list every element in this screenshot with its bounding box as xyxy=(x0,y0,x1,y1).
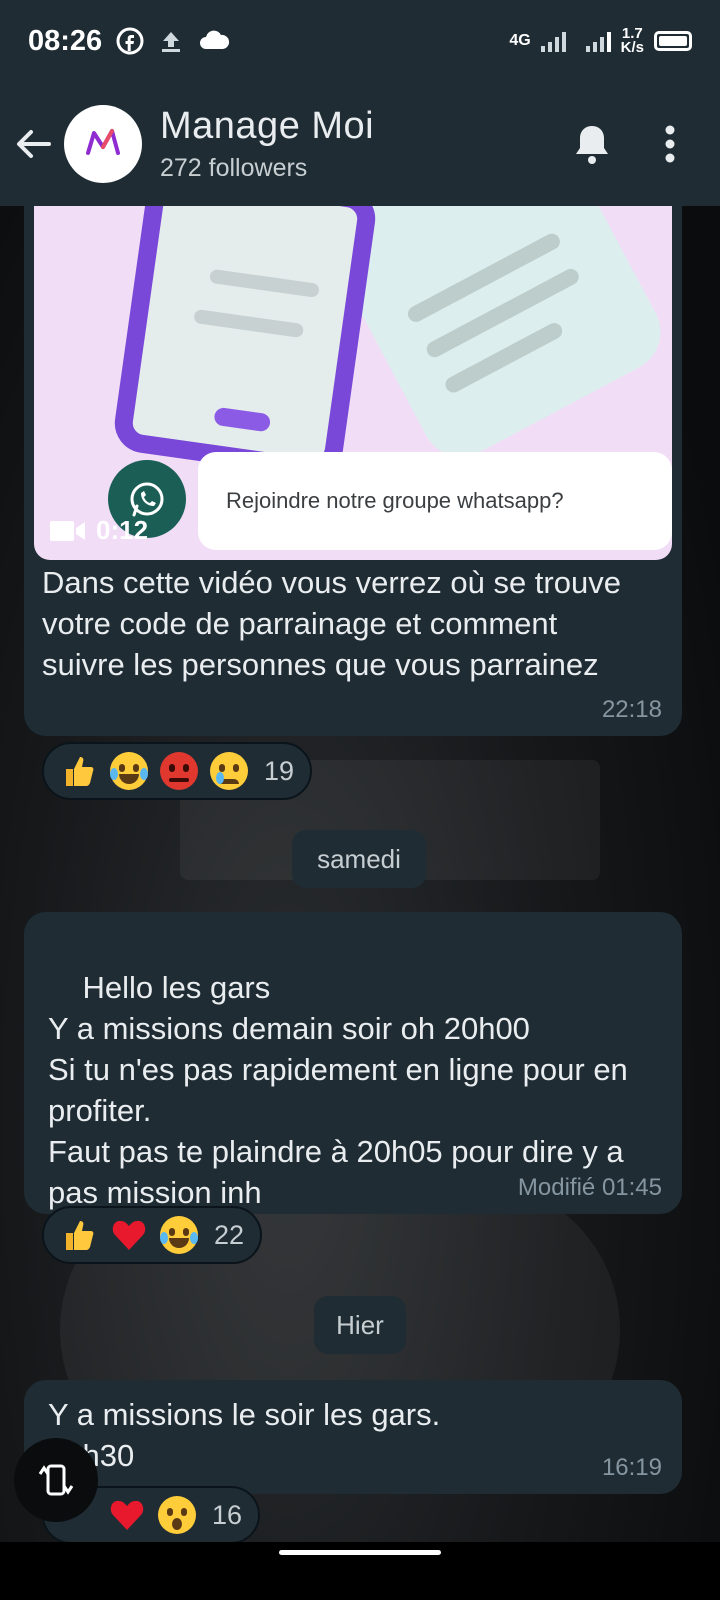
reactions-bar[interactable]: 19 xyxy=(42,742,313,800)
message-bubble[interactable]: Rejoindre notre groupe whatsapp? 0:12 Da… xyxy=(24,196,682,736)
reactions-bar[interactable]: 22 xyxy=(42,1206,263,1264)
message-time: Modifié 01:45 xyxy=(517,1174,662,1201)
signal-icon xyxy=(540,30,566,52)
message-time: 16:19 xyxy=(601,1454,662,1481)
message-bubble[interactable]: Hello les gars Y a missions demain soir … xyxy=(24,912,682,1261)
signal-icon xyxy=(585,30,611,52)
back-button[interactable] xyxy=(0,82,66,206)
network-label: 4G xyxy=(509,32,531,49)
video-thumbnail[interactable]: Rejoindre notre groupe whatsapp? 0:12 xyxy=(34,206,672,560)
video-duration: 0:12 xyxy=(50,515,148,546)
home-indicator[interactable] xyxy=(279,1550,441,1555)
heart-emoji xyxy=(108,1496,146,1534)
arrow-left-icon xyxy=(17,130,51,158)
reaction-count: 16 xyxy=(212,1499,243,1530)
channel-header: Manage Moi 272 followers xyxy=(0,82,720,206)
status-bar: 08:26 4G 1.7 K/s xyxy=(0,0,720,82)
battery-icon xyxy=(654,31,692,51)
clock: 08:26 xyxy=(28,24,103,57)
thumbs-up-emoji xyxy=(60,1216,98,1254)
message-text: Y a missions le soir les gars. 20h30 xyxy=(48,1397,441,1473)
channel-name: Manage Moi xyxy=(160,105,375,147)
astonished-emoji xyxy=(158,1496,196,1534)
channel-avatar[interactable] xyxy=(64,105,142,183)
upload-icon xyxy=(162,32,181,52)
video-caption: Rejoindre notre groupe whatsapp? xyxy=(198,452,672,550)
followers-count: 272 followers xyxy=(160,154,308,182)
more-vert-icon[interactable] xyxy=(664,124,676,164)
message-bubble[interactable]: Y a missions le soir les gars. 20h30 16:… xyxy=(24,1380,682,1494)
rotate-screen-button[interactable] xyxy=(14,1438,98,1522)
angry-emoji xyxy=(160,752,198,790)
message-time: 22:18 xyxy=(601,696,662,723)
message-text: Dans cette vidéo vous verrez où se trouv… xyxy=(42,565,630,682)
tears-of-joy-emoji xyxy=(160,1216,198,1254)
cloud-icon xyxy=(200,30,230,49)
facebook-icon xyxy=(116,27,144,55)
date-separator: Hier xyxy=(314,1296,406,1354)
rotate-icon xyxy=(38,1464,74,1496)
bell-icon[interactable] xyxy=(572,122,612,166)
channel-info[interactable]: Manage Moi 272 followers xyxy=(160,105,374,183)
phone-illustration xyxy=(110,206,380,481)
date-separator: samedi xyxy=(292,830,426,888)
reaction-count: 19 xyxy=(264,755,295,786)
network-speed: 1.7 K/s xyxy=(620,25,644,56)
thumbs-up-emoji xyxy=(60,752,98,790)
video-camera-icon xyxy=(50,520,85,541)
tears-of-joy-emoji xyxy=(110,752,148,790)
heart-emoji xyxy=(110,1216,148,1254)
reaction-count: 22 xyxy=(214,1219,245,1250)
manage-moi-logo xyxy=(86,129,120,155)
crying-emoji xyxy=(210,752,248,790)
